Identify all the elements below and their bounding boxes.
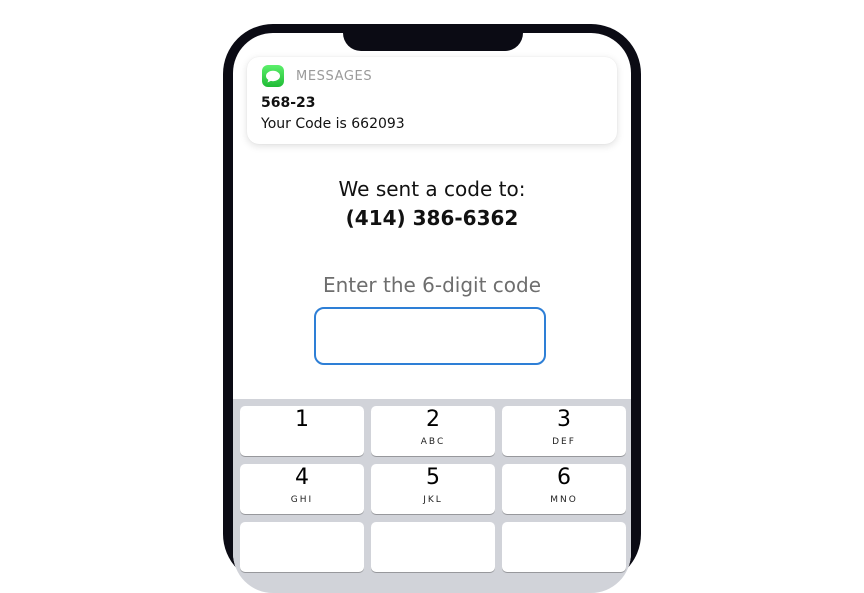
keypad-key-1[interactable]: 1	[240, 406, 364, 456]
key-letters: JKL	[423, 495, 443, 505]
key-digit: 5	[426, 465, 440, 490]
keypad-key-3[interactable]: 3 DEF	[502, 406, 626, 456]
numeric-keypad: 1 2 ABC 3 DEF 4 GHI 5 JKL 6 MNO	[233, 399, 631, 593]
keypad-key-9[interactable]	[502, 522, 626, 572]
keypad-key-6[interactable]: 6 MNO	[502, 464, 626, 514]
key-digit: 6	[557, 465, 571, 490]
keypad-key-5[interactable]: 5 JKL	[371, 464, 495, 514]
key-digit: 1	[295, 407, 309, 432]
keypad-key-2[interactable]: 2 ABC	[371, 406, 495, 456]
phone-number: (414) 386-6362	[345, 206, 519, 230]
phone-screen: MESSAGES 568-23 Your Code is 662093 We s…	[233, 33, 631, 593]
verification-code-input[interactable]	[314, 307, 546, 365]
key-letters: ABC	[420, 437, 446, 447]
messages-app-icon	[262, 65, 284, 87]
key-letters: MNO	[550, 495, 578, 505]
notification-app-name: MESSAGES	[296, 68, 373, 84]
code-sent-heading: We sent a code to:	[338, 177, 526, 201]
phone-notch	[343, 24, 523, 51]
keypad-key-4[interactable]: 4 GHI	[240, 464, 364, 514]
key-digit: 2	[426, 407, 440, 432]
key-digit: 4	[295, 465, 309, 490]
notification-message: Your Code is 662093	[261, 116, 405, 132]
code-prompt-label: Enter the 6-digit code	[322, 273, 542, 297]
keypad-key-8[interactable]	[371, 522, 495, 572]
key-letters: GHI	[290, 495, 314, 505]
keypad-key-7[interactable]	[240, 522, 364, 572]
sms-notification[interactable]: MESSAGES 568-23 Your Code is 662093	[247, 57, 617, 144]
key-letters: DEF	[552, 437, 576, 447]
notification-header: MESSAGES	[262, 65, 372, 87]
key-digit: 3	[557, 407, 571, 432]
notification-sender: 568-23	[261, 95, 316, 111]
